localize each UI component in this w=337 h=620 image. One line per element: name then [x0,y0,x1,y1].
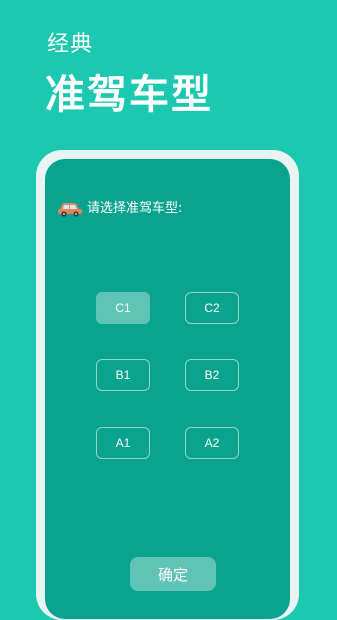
hero-subtitle: 经典 [47,32,94,57]
option-a2-button[interactable]: A2 [185,427,239,459]
prompt-row: 请选择准驾车型: [57,199,182,219]
option-b1-button[interactable]: B1 [96,359,150,391]
hero-title: 准驾车型 [45,72,213,118]
confirm-button[interactable]: 确定 [130,557,216,591]
option-a1-button[interactable]: A1 [96,427,150,459]
car-icon [57,201,83,217]
option-c1-button[interactable]: C1 [96,292,150,324]
option-c2-button[interactable]: C2 [185,292,239,324]
prompt-text: 请选择准驾车型: [87,201,183,216]
option-b2-button[interactable]: B2 [185,359,239,391]
phone-screen: 请选择准驾车型: C1 C2 B1 B2 A1 A2 确定 [45,159,290,619]
